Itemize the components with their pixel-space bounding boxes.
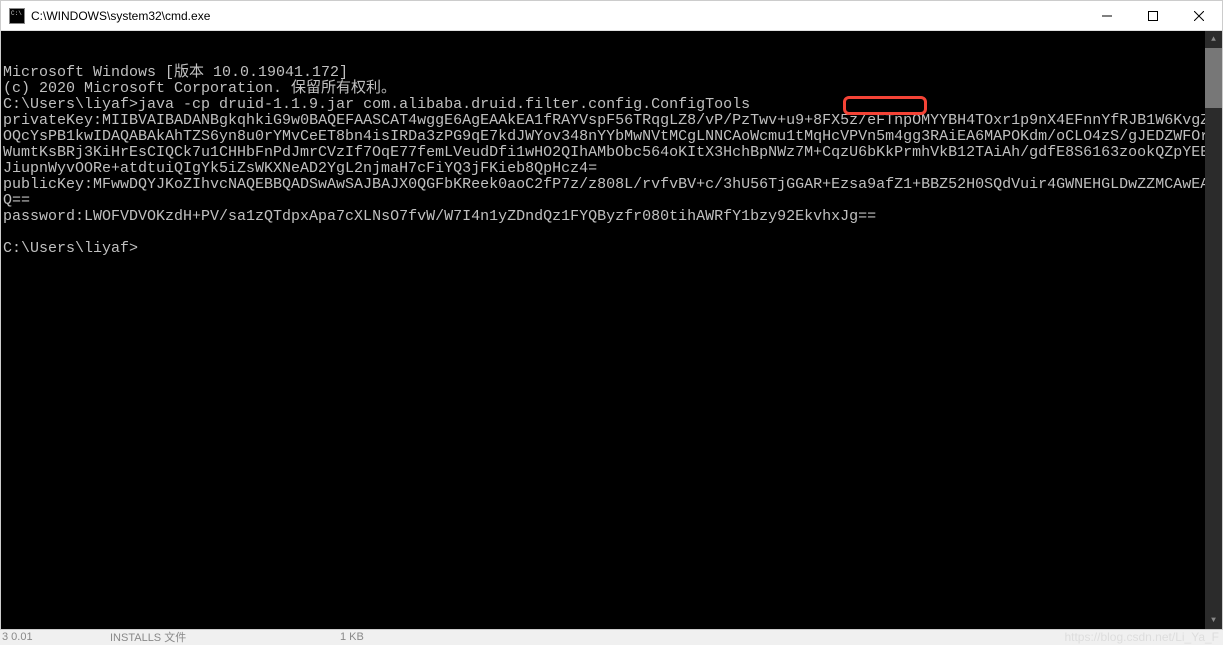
prompt: C:\Users\liyaf> xyxy=(3,240,138,257)
maximize-button[interactable] xyxy=(1130,1,1176,30)
close-button[interactable] xyxy=(1176,1,1222,30)
minimize-button[interactable] xyxy=(1084,1,1130,30)
cmd-icon xyxy=(9,8,25,24)
footer-text-left: 3 0.01 xyxy=(2,631,33,643)
terminal-area[interactable]: Microsoft Windows [版本 10.0.19041.172](c)… xyxy=(1,31,1222,629)
redaction-highlight xyxy=(843,96,927,115)
scroll-down-icon[interactable]: ▼ xyxy=(1205,612,1222,629)
public-key-label: publicKey: xyxy=(3,176,93,193)
footer-bar: 3 0.01 INSTALLS 文件 1 KB xyxy=(0,630,1223,644)
watermark-text: https://blog.csdn.net/Li_Ya_F xyxy=(1064,630,1219,644)
cmd-window: C:\WINDOWS\system32\cmd.exe Microsoft Wi… xyxy=(0,0,1223,630)
scrollbar-thumb[interactable] xyxy=(1205,48,1222,108)
window-controls xyxy=(1084,1,1222,30)
password-value: LWOFVDVOKzdH+PV/sa1zQTdpxApa7cXLNsO7fvW/… xyxy=(84,208,876,225)
password-label: password: xyxy=(3,208,84,225)
titlebar[interactable]: C:\WINDOWS\system32\cmd.exe xyxy=(1,1,1222,31)
private-key-label: privateKey: xyxy=(3,112,102,129)
footer-text-mid1: INSTALLS 文件 xyxy=(110,629,186,645)
copyright-line: (c) 2020 Microsoft Corporation. 保留所有权利。 xyxy=(3,81,1222,97)
version-line: Microsoft Windows [版本 10.0.19041.172] xyxy=(3,65,1222,81)
private-key-value: MIIBVAIBADANBgkqhkiG9w0BAQEFAASCAT4wggE6… xyxy=(3,112,1218,177)
vertical-scrollbar[interactable]: ▲ ▼ xyxy=(1205,31,1222,629)
terminal-output: Microsoft Windows [版本 10.0.19041.172](c)… xyxy=(3,65,1222,257)
scroll-up-icon[interactable]: ▲ xyxy=(1205,31,1222,48)
footer-text-mid2: 1 KB xyxy=(340,631,364,643)
public-key-value: MFwwDQYJKoZIhvcNAQEBBQADSwAwSAJBAJX0QGFb… xyxy=(3,176,1218,209)
window-title: C:\WINDOWS\system32\cmd.exe xyxy=(31,9,1084,23)
command-text: java -cp druid-1.1.9.jar com.alibaba.dru… xyxy=(138,96,759,113)
prompt: C:\Users\liyaf> xyxy=(3,96,138,113)
